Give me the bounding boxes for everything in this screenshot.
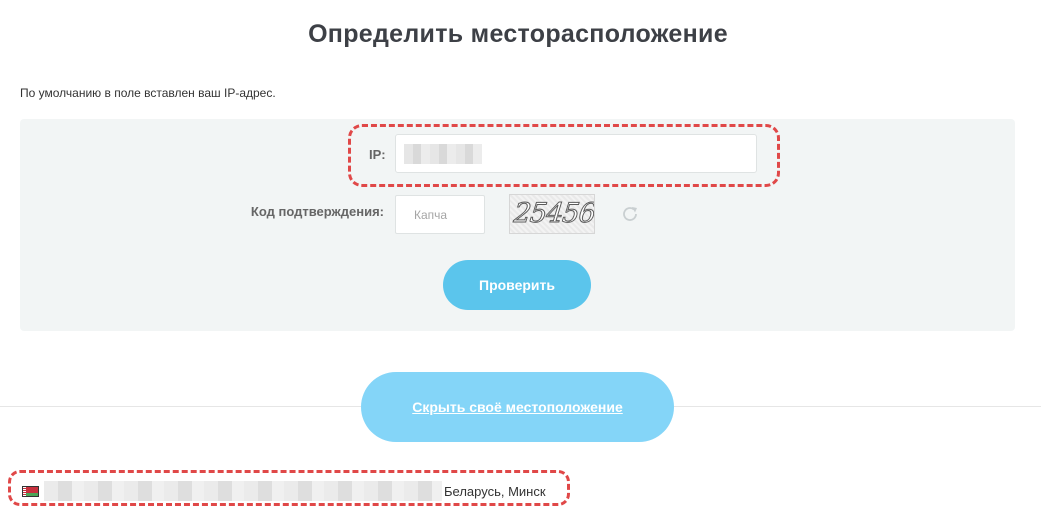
captcha-input[interactable] xyxy=(395,195,485,234)
captcha-image-text: 25456 xyxy=(512,198,595,230)
ip-label: IP: xyxy=(369,147,386,162)
captcha-image: 25456 xyxy=(509,194,595,234)
ip-field-row: IP: xyxy=(348,124,780,187)
check-button[interactable]: Проверить xyxy=(443,260,591,310)
refresh-icon[interactable] xyxy=(619,203,641,225)
hide-location-button[interactable]: Скрыть своё местоположение xyxy=(361,372,674,442)
location-text: Беларусь, Минск xyxy=(444,484,546,499)
belarus-flag-icon xyxy=(22,486,39,497)
ip-input[interactable] xyxy=(395,134,757,173)
captcha-label: Код подтверждения: xyxy=(250,204,384,219)
hide-location-label: Скрыть своё местоположение xyxy=(412,399,623,415)
page-title: Определить месторасположение xyxy=(308,20,728,48)
redacted-ip-value xyxy=(404,144,482,164)
detected-location-row: Беларусь, Минск xyxy=(8,470,570,506)
ip-hint-text: По умолчанию в поле вставлен ваш IP-адре… xyxy=(20,86,276,100)
redacted-ip-info xyxy=(44,481,442,501)
